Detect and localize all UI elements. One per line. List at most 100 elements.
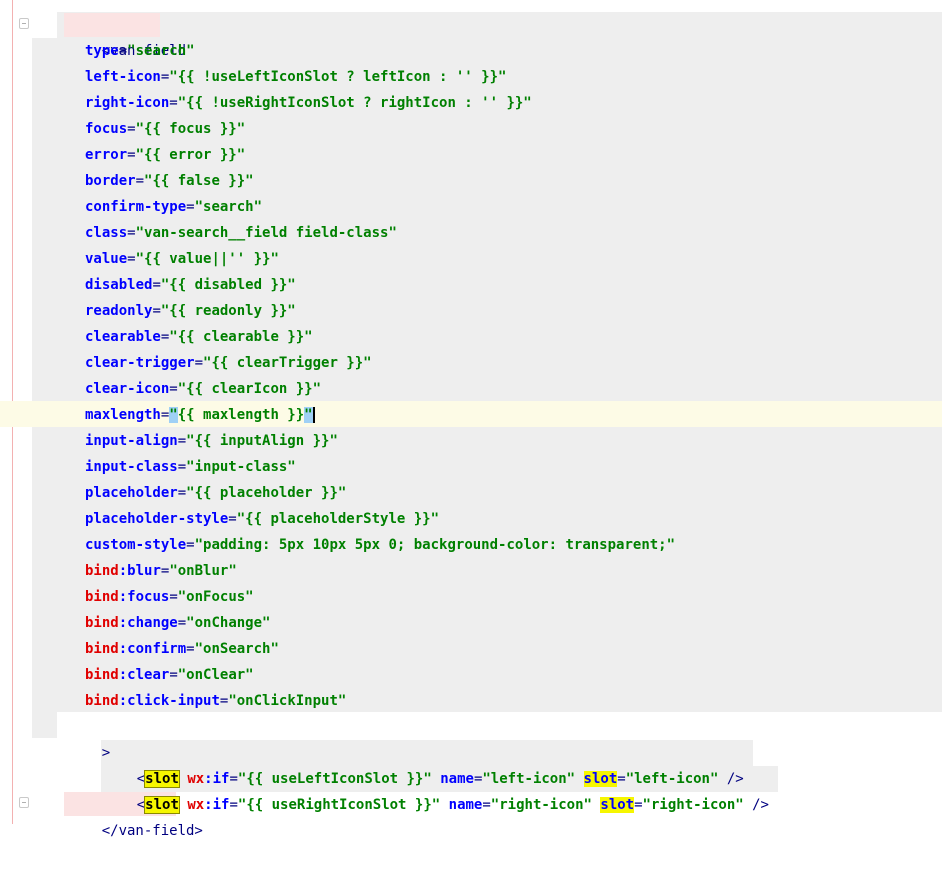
code-line-attr[interactable]: confirm-type="search" — [85, 194, 262, 220]
attr-value: "{{ clearTrigger }}" — [203, 355, 372, 371]
code-line-attr[interactable]: left-icon="{{ !useLeftIconSlot ? leftIco… — [85, 64, 506, 90]
bind-namespace: bind — [85, 667, 119, 683]
code-line-attr[interactable]: maxlength="{{ maxlength }}" — [85, 402, 315, 428]
bind-handler: "onClear" — [177, 667, 254, 683]
attr-value: "{{ false }}" — [144, 173, 254, 189]
attr-value: "{{ readonly }}" — [160, 303, 296, 319]
attr-name: value — [85, 251, 128, 267]
attr-name: disabled — [85, 277, 153, 293]
attr-name: readonly — [85, 303, 153, 319]
code-line-bind[interactable]: bind:click-input="onClickInput" — [85, 688, 346, 714]
attr-name: input-align — [85, 433, 178, 449]
bind-event: blur — [127, 563, 161, 579]
code-line-attr[interactable]: disabled="{{ disabled }}" — [85, 272, 296, 298]
code-line-attr[interactable]: readonly="{{ readonly }}" — [85, 298, 296, 324]
close-tag: </van-field> — [101, 823, 203, 839]
bind-namespace: bind — [85, 589, 119, 605]
attr-value: "{{ placeholderStyle }}" — [236, 511, 440, 527]
bind-namespace: bind — [85, 563, 119, 579]
attr-name: border — [85, 173, 136, 189]
attr-value: "input-class" — [186, 459, 296, 475]
code-line-attr[interactable]: clearable="{{ clearable }}" — [85, 324, 313, 350]
code-line-close-tag[interactable]: </van-field> — [68, 792, 203, 839]
bind-handler: "onChange" — [186, 615, 271, 631]
code-line-bind[interactable]: bind:focus="onFocus" — [85, 584, 254, 610]
fold-marker-icon[interactable] — [19, 18, 29, 29]
attr-name: confirm-type — [85, 199, 187, 215]
code-line-slot-right[interactable]: <slot wx:if="{{ useRightIconSlot }}" nam… — [103, 766, 769, 814]
bind-handler: "onFocus" — [177, 589, 254, 605]
attr-value: "{{ clearable }}" — [169, 329, 313, 345]
attr-value-quote: " — [169, 407, 178, 423]
slot-attr: slot — [600, 797, 635, 813]
code-line-bind[interactable]: bind:confirm="onSearch" — [85, 636, 279, 662]
if-attr: :if — [204, 797, 230, 813]
code-line-close-bracket[interactable]: > — [68, 714, 110, 761]
code-line-attr[interactable]: placeholder-style="{{ placeholderStyle }… — [85, 506, 439, 532]
attr-name: left-icon — [85, 69, 161, 85]
attr-name: class — [85, 225, 128, 241]
attr-value: "{{ !useRightIconSlot ? rightIcon : '' }… — [177, 95, 532, 111]
code-line-attr[interactable]: focus="{{ focus }}" — [85, 116, 245, 142]
attr-value: "{{ clearIcon }}" — [177, 381, 322, 397]
attr-name: input-class — [85, 459, 178, 475]
attr-name: placeholder — [85, 485, 178, 501]
attr-name: clearable — [85, 329, 161, 345]
attr-name: placeholder-style — [85, 511, 229, 527]
attr-value: "{{ placeholder }}" — [186, 485, 347, 501]
code-line-open-tag[interactable]: <van-field — [68, 12, 186, 59]
slot-end: /> — [743, 797, 769, 813]
code-line-attr[interactable]: error="{{ error }}" — [85, 142, 245, 168]
name-value: "right-icon" — [490, 797, 592, 813]
code-line-attr[interactable]: input-class="input-class" — [85, 454, 296, 480]
attr-name: custom-style — [85, 537, 187, 553]
name-attr: name — [448, 797, 483, 813]
code-line-bind[interactable]: bind:blur="onBlur" — [85, 558, 237, 584]
code-line-slot-left[interactable]: <slot wx:if="{{ useLeftIconSlot }}" name… — [103, 740, 744, 788]
code-line-attr[interactable]: input-align="{{ inputAlign }}" — [85, 428, 338, 454]
attr-value: "search" — [194, 199, 263, 215]
attr-value: "search" — [127, 43, 195, 59]
attr-value: "{{ inputAlign }}" — [186, 433, 338, 449]
attr-value: "padding: 5px 10px 5px 0; background-col… — [194, 537, 676, 553]
code-line-attr[interactable]: right-icon="{{ !useRightIconSlot ? right… — [85, 90, 532, 116]
code-line-attr[interactable]: clear-trigger="{{ clearTrigger }}" — [85, 350, 372, 376]
bind-event: focus — [127, 589, 170, 605]
fold-marker-icon[interactable] — [19, 797, 29, 808]
code-line-attr[interactable]: border="{{ false }}" — [85, 168, 254, 194]
bind-event: change — [127, 615, 178, 631]
code-line-bind[interactable]: bind:change="onChange" — [85, 610, 270, 636]
attr-value: {{ maxlength }} — [177, 407, 305, 423]
attr-name: focus — [85, 121, 128, 137]
code-line-attr[interactable]: value="{{ value||'' }}" — [85, 246, 279, 272]
attr-name: maxlength — [85, 407, 161, 423]
attr-name: clear-trigger — [85, 355, 195, 371]
attr-name: clear-icon — [85, 381, 170, 397]
bind-namespace: bind — [85, 615, 119, 631]
code-line-attr[interactable]: type="search" — [85, 38, 195, 64]
attr-value: "{{ error }}" — [135, 147, 246, 163]
attr-name: type — [85, 43, 119, 59]
bind-handler: "onBlur" — [169, 563, 237, 579]
attr-value: "{{ disabled }}" — [160, 277, 296, 293]
code-line-attr[interactable]: placeholder="{{ placeholder }}" — [85, 480, 346, 506]
bind-handler: "onClickInput" — [228, 693, 347, 709]
attr-value: "{{ value||'' }}" — [135, 251, 279, 267]
attr-value-quote: " — [304, 407, 315, 423]
attr-value: "{{ focus }}" — [135, 121, 246, 137]
context-highlight-region — [32, 38, 57, 738]
code-line-attr[interactable]: custom-style="padding: 5px 10px 5px 0; b… — [85, 532, 675, 558]
attr-value: "{{ !useLeftIconSlot ? leftIcon : '' }}" — [169, 69, 507, 85]
code-line-bind[interactable]: bind:clear="onClear" — [85, 662, 254, 688]
attr-name: right-icon — [85, 95, 170, 111]
bind-event: confirm — [127, 641, 187, 657]
code-line-attr[interactable]: clear-icon="{{ clearIcon }}" — [85, 376, 321, 402]
if-value: "{{ useRightIconSlot }}" — [237, 797, 441, 813]
bind-event: clear — [127, 667, 170, 683]
bind-event: click-input — [127, 693, 220, 709]
attr-name: error — [85, 147, 128, 163]
code-line-attr[interactable]: class="van-search__field field-class" — [85, 220, 397, 246]
bind-namespace: bind — [85, 693, 119, 709]
bind-namespace: bind — [85, 641, 119, 657]
code-editor[interactable]: <van-field type="search" left-icon="{{ !u… — [0, 0, 942, 839]
